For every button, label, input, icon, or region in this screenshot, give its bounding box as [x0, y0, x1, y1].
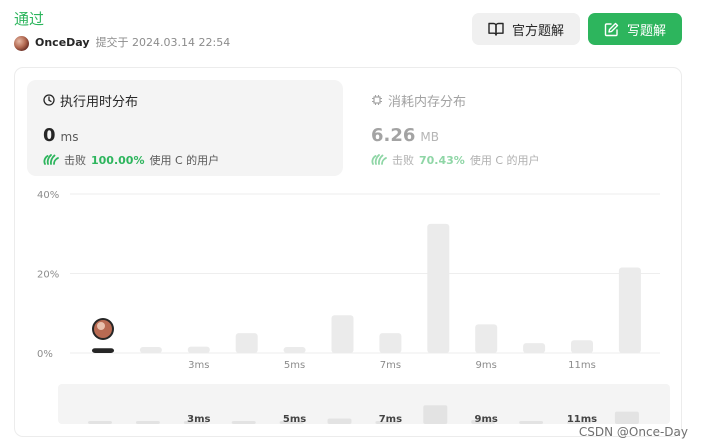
highlight-bar[interactable]: [92, 348, 114, 353]
author-avatar[interactable]: [14, 35, 29, 51]
x-tick-label: 11ms: [568, 360, 596, 371]
official-solution-button[interactable]: 官方题解: [472, 13, 580, 45]
chart-bar[interactable]: [283, 347, 306, 353]
watermark: CSDN @Once-Day: [578, 425, 688, 439]
chart-bar[interactable]: [618, 267, 641, 353]
chart-bar[interactable]: [379, 333, 402, 353]
minimap-label: 7ms: [379, 414, 402, 425]
x-tick-label: 9ms: [476, 360, 497, 371]
minimap-bar: [423, 405, 448, 424]
minimap-bar: [135, 421, 160, 424]
minimap-bar: [327, 418, 352, 424]
author-name[interactable]: OnceDay: [35, 35, 90, 51]
edit-icon: [604, 22, 619, 37]
y-tick-label: 20%: [37, 270, 59, 281]
x-tick-label: 7ms: [380, 360, 401, 371]
chart-bar[interactable]: [331, 315, 354, 353]
minimap-bar: [614, 411, 639, 424]
submission-meta: OnceDay 提交于 2024.03.14 22:54: [14, 35, 230, 51]
status-accepted: 通过: [14, 10, 45, 28]
performance-card: 执行用时分布 0 ms 击败 100.00% 使用 C 的用户 消耗内存分布 6…: [14, 67, 682, 437]
minimap-label: 11ms: [567, 414, 597, 425]
x-tick-label: 3ms: [188, 360, 209, 371]
runtime-distribution-chart: 40% 20% 0% 3ms 5ms 7ms 9ms 11ms 3ms 5ms 7ms 9ms 11ms: [37, 190, 670, 425]
minimap-label: 3ms: [187, 414, 210, 425]
chart-bar[interactable]: [139, 347, 162, 353]
chart-bar[interactable]: [187, 346, 210, 353]
write-solution-label: 写题解: [626, 23, 666, 39]
minimap-label: 9ms: [475, 414, 498, 425]
book-icon: [488, 22, 504, 36]
submitted-time: 提交于 2024.03.14 22:54: [95, 36, 231, 49]
write-solution-button[interactable]: 写题解: [588, 13, 682, 45]
user-avatar-face: [97, 322, 105, 330]
y-tick-label: 0%: [37, 349, 53, 360]
chart-bar[interactable]: [427, 223, 450, 353]
chart-bar[interactable]: [571, 340, 593, 353]
y-tick-label: 40%: [37, 190, 59, 201]
chart-bar[interactable]: [235, 333, 258, 353]
minimap-bar: [519, 421, 544, 424]
official-solution-label: 官方题解: [511, 23, 564, 39]
chart-bar[interactable]: [523, 343, 546, 353]
x-tick-label: 5ms: [284, 360, 305, 371]
minimap-label: 5ms: [283, 414, 306, 425]
chart-bar[interactable]: [475, 324, 498, 353]
minimap-bar: [88, 421, 112, 424]
minimap-bar: [231, 421, 256, 424]
